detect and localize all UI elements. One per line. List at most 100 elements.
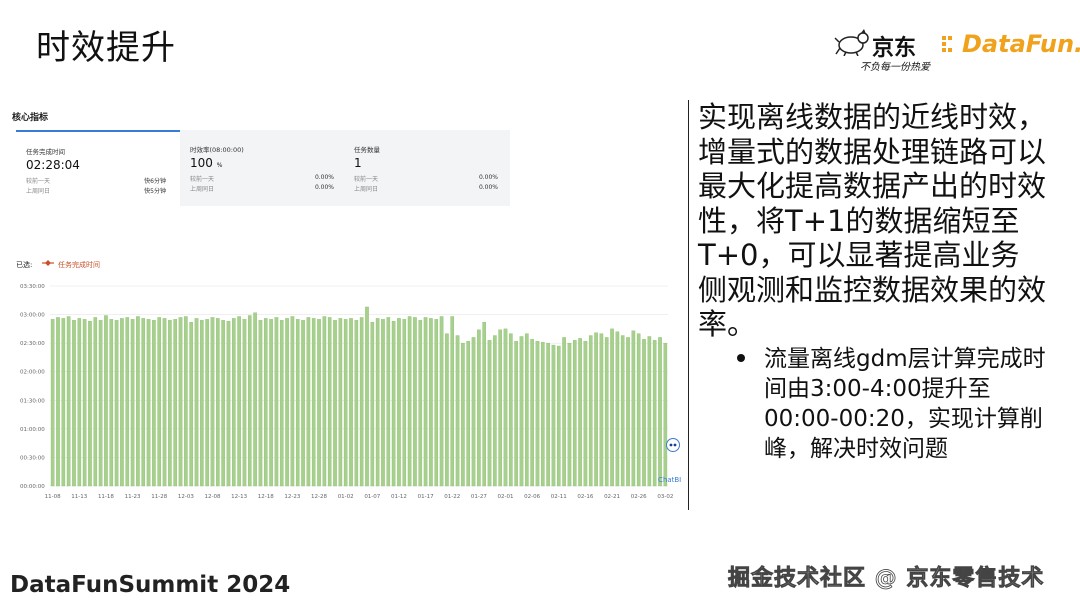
bar[interactable] [333, 320, 337, 487]
bar[interactable] [493, 335, 497, 487]
bar[interactable] [482, 322, 486, 487]
bar[interactable] [572, 340, 577, 487]
bar[interactable] [82, 319, 87, 487]
bar[interactable] [370, 322, 375, 487]
bar[interactable] [152, 320, 156, 487]
bar[interactable] [146, 319, 151, 487]
bar[interactable] [397, 318, 401, 487]
bar[interactable] [599, 333, 604, 487]
bar[interactable] [322, 316, 327, 487]
bar[interactable] [546, 342, 550, 487]
bar[interactable] [349, 318, 353, 487]
bar[interactable] [604, 337, 609, 487]
bar[interactable] [615, 331, 620, 487]
bar[interactable] [136, 316, 140, 487]
bar[interactable] [567, 342, 572, 487]
bar[interactable] [450, 316, 455, 487]
bar[interactable] [194, 318, 199, 487]
bar[interactable] [306, 317, 311, 487]
bar[interactable] [583, 341, 588, 487]
bar[interactable] [578, 338, 582, 487]
bar[interactable] [429, 318, 433, 487]
bar[interactable] [338, 318, 343, 487]
bar[interactable] [72, 320, 76, 487]
bar[interactable] [221, 320, 225, 487]
bar[interactable] [642, 339, 646, 487]
bar[interactable] [562, 337, 566, 487]
bar[interactable] [263, 318, 268, 487]
bar[interactable] [556, 345, 561, 487]
bar[interactable] [269, 319, 273, 487]
bar[interactable] [514, 341, 518, 487]
bar[interactable] [173, 319, 178, 487]
bar[interactable] [98, 320, 103, 487]
bar[interactable] [93, 317, 98, 487]
bar[interactable] [375, 318, 380, 487]
bar[interactable] [226, 321, 231, 487]
bar[interactable] [530, 339, 534, 487]
bar[interactable] [413, 317, 417, 487]
bar[interactable] [178, 317, 183, 487]
bar[interactable] [200, 320, 204, 487]
bar[interactable] [295, 319, 300, 487]
bar[interactable] [274, 317, 279, 487]
metric-card-timeliness-rate[interactable]: 时效率(08:00:00) 100 % 较前一天 0.00% 上周同日 0.00… [180, 130, 344, 206]
chatbi-widget[interactable]: ChatBI [658, 434, 688, 494]
bar[interactable] [141, 318, 146, 487]
bar[interactable] [120, 318, 124, 487]
bar[interactable] [407, 316, 412, 487]
bar[interactable] [386, 317, 391, 487]
bar[interactable] [594, 332, 598, 487]
bar[interactable] [423, 317, 428, 487]
bar[interactable] [184, 316, 188, 487]
bar[interactable] [66, 316, 71, 487]
metric-card-task-count[interactable]: 任务数量 1 较前一天 0.00% 上周同日 0.00% [344, 130, 510, 206]
bar[interactable] [130, 319, 135, 487]
bar[interactable] [471, 337, 476, 487]
bar[interactable] [652, 340, 657, 487]
bar[interactable] [541, 342, 545, 487]
bar[interactable] [327, 317, 332, 487]
bar[interactable] [631, 330, 636, 487]
bar[interactable] [279, 320, 284, 487]
bar[interactable] [253, 312, 257, 487]
bar[interactable] [258, 320, 263, 487]
bar[interactable] [237, 316, 241, 487]
bar[interactable] [162, 318, 167, 487]
bar[interactable] [125, 317, 130, 487]
series-legend-icon[interactable] [42, 258, 54, 268]
bar[interactable] [525, 333, 529, 487]
bar[interactable] [359, 317, 364, 487]
bar[interactable] [61, 318, 66, 487]
bar[interactable] [503, 328, 508, 487]
bar[interactable] [461, 342, 465, 487]
bar[interactable] [114, 320, 119, 487]
bar[interactable] [535, 341, 540, 487]
bar[interactable] [466, 341, 471, 487]
bar[interactable] [242, 319, 247, 487]
bar[interactable] [418, 320, 423, 487]
bar[interactable] [343, 319, 348, 487]
bar[interactable] [588, 335, 593, 487]
bar[interactable] [157, 317, 162, 487]
bar[interactable] [636, 333, 641, 487]
bar[interactable] [231, 318, 236, 487]
filter-series-name[interactable]: 任务完成时间 [58, 260, 100, 270]
bar[interactable] [434, 319, 439, 487]
bar[interactable] [381, 319, 385, 487]
bar[interactable] [56, 317, 60, 487]
bar[interactable] [77, 318, 82, 487]
bar[interactable] [104, 315, 108, 487]
bar[interactable] [247, 315, 252, 487]
bar[interactable] [620, 335, 625, 487]
bar[interactable] [290, 316, 295, 487]
bar[interactable] [88, 321, 92, 487]
bar[interactable] [445, 333, 449, 487]
bar[interactable] [50, 319, 55, 487]
bar[interactable] [301, 320, 305, 487]
chatbi-bot-icon[interactable] [666, 438, 680, 452]
bar[interactable] [285, 318, 289, 487]
bar[interactable] [311, 318, 316, 487]
chatbi-label[interactable]: ChatBI [658, 476, 681, 484]
bar[interactable] [168, 320, 172, 487]
